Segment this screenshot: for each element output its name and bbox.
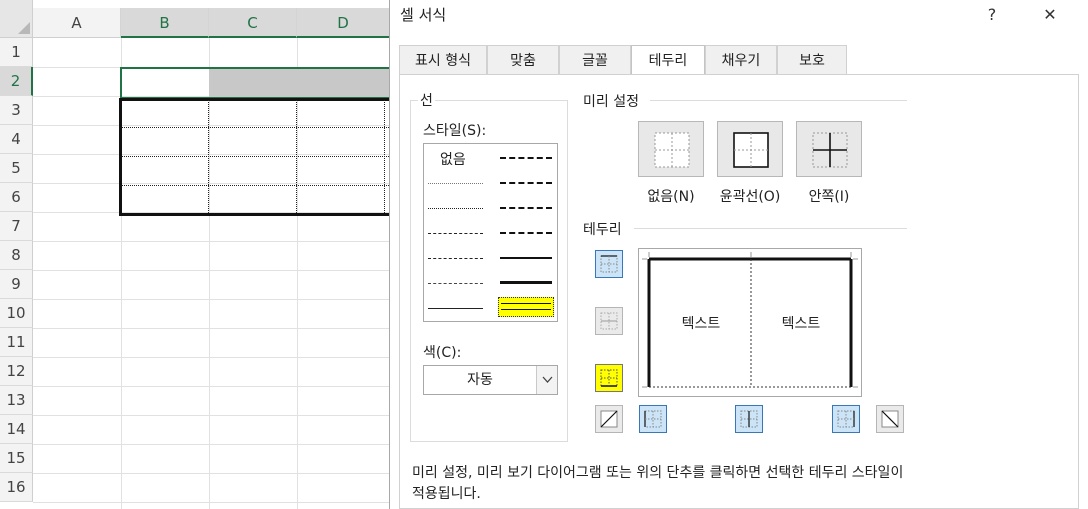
border-inside-horizontal-icon bbox=[600, 312, 618, 330]
border-bottom-button[interactable] bbox=[595, 364, 623, 392]
tab-fill[interactable]: 채우기 bbox=[705, 45, 777, 75]
preview-text-left: 텍스트 bbox=[681, 316, 721, 332]
line-style-dash-dot-dot[interactable] bbox=[428, 233, 483, 234]
color-select-value: 자동 bbox=[467, 372, 493, 388]
row-header-8[interactable]: 8 bbox=[0, 241, 33, 270]
preset-inside-label: 안쪽(I) bbox=[808, 189, 850, 205]
spreadsheet: A B C D 1 2 3 4 5 6 7 8 9 10 11 12 13 14… bbox=[0, 0, 390, 509]
border-top-icon bbox=[600, 255, 618, 273]
diagonal-up-icon bbox=[600, 410, 618, 428]
row-header-2[interactable]: 2 bbox=[0, 67, 33, 96]
row-header-14[interactable]: 14 bbox=[0, 415, 33, 444]
tab-border[interactable]: 테두리 bbox=[631, 45, 705, 76]
selected-range[interactable] bbox=[120, 67, 390, 99]
line-style-medium-dash-dot[interactable] bbox=[500, 207, 552, 209]
column-header-b[interactable]: B bbox=[121, 8, 209, 38]
preset-inside-icon bbox=[812, 132, 848, 168]
hint-text: 미리 설정, 미리 보기 다이어그램 또는 위의 단추를 클릭하면 선택한 테두… bbox=[412, 463, 1072, 505]
tab-number-format[interactable]: 표시 형식 bbox=[399, 45, 487, 75]
border-inside-vertical-button[interactable] bbox=[735, 405, 763, 433]
border-preview[interactable]: 텍스트 텍스트 bbox=[638, 248, 862, 397]
border-right-icon bbox=[837, 410, 855, 428]
tab-protection[interactable]: 보호 bbox=[777, 45, 847, 75]
row-header-3[interactable]: 3 bbox=[0, 96, 33, 125]
select-all-triangle-icon bbox=[18, 22, 30, 34]
line-style-medium-dashed[interactable] bbox=[500, 232, 552, 234]
row-header-6[interactable]: 6 bbox=[0, 183, 33, 212]
line-style-medium-dash-dot-dot[interactable] bbox=[500, 157, 552, 159]
line-style-hair[interactable] bbox=[428, 183, 483, 184]
presets-title: 미리 설정 bbox=[583, 94, 639, 110]
border-diagonal-down-button[interactable] bbox=[876, 405, 904, 433]
chevron-down-icon[interactable] bbox=[536, 366, 557, 394]
hint-line-1: 미리 설정, 미리 보기 다이어그램 또는 위의 단추를 클릭하면 선택한 테두… bbox=[412, 465, 904, 481]
color-select[interactable]: 자동 bbox=[423, 365, 558, 395]
hint-line-2: 적용됩니다. bbox=[412, 486, 481, 502]
dialog-title: 셀 서식 bbox=[400, 6, 447, 24]
border-bottom-icon bbox=[600, 369, 618, 387]
border-right-button[interactable] bbox=[832, 405, 860, 433]
row-header-1[interactable]: 1 bbox=[0, 38, 33, 67]
format-cells-dialog: 셀 서식 ? ✕ 표시 형식 맞춤 글꼴 테두리 채우기 보호 선 스타일(S)… bbox=[389, 0, 1088, 509]
row-header-10[interactable]: 10 bbox=[0, 299, 33, 328]
border-top-button[interactable] bbox=[595, 250, 623, 278]
preset-outline-label: 윤곽선(O) bbox=[719, 189, 781, 205]
line-style-list[interactable]: 없음 bbox=[423, 143, 558, 322]
line-style-thin[interactable] bbox=[428, 308, 483, 309]
line-style-slant-dash-dot[interactable] bbox=[500, 182, 552, 184]
tab-alignment[interactable]: 맞춤 bbox=[487, 45, 559, 75]
preset-none-icon bbox=[654, 132, 690, 168]
column-header-d[interactable]: D bbox=[297, 8, 390, 38]
close-button[interactable]: ✕ bbox=[1030, 0, 1070, 30]
line-style-dashed[interactable] bbox=[428, 283, 483, 284]
border-left-icon bbox=[644, 410, 662, 428]
column-header-a[interactable]: A bbox=[33, 8, 121, 38]
preset-outline-button[interactable] bbox=[717, 121, 783, 177]
line-style-medium[interactable] bbox=[500, 257, 552, 259]
preset-outline-icon bbox=[733, 132, 769, 168]
border-inside-vertical-icon bbox=[740, 410, 758, 428]
row-header-4[interactable]: 4 bbox=[0, 125, 33, 154]
line-group-title: 선 bbox=[418, 90, 435, 110]
border-diagonal-up-button[interactable] bbox=[595, 405, 623, 433]
preset-inside-button[interactable] bbox=[796, 121, 862, 177]
style-label: 스타일(S): bbox=[423, 123, 487, 139]
bordered-table bbox=[119, 98, 390, 216]
border-title: 테두리 bbox=[583, 222, 622, 238]
row-header-11[interactable]: 11 bbox=[0, 328, 33, 357]
preview-text-right: 텍스트 bbox=[781, 316, 821, 332]
help-button[interactable]: ? bbox=[972, 0, 1012, 30]
row-header-7[interactable]: 7 bbox=[0, 212, 33, 241]
line-style-dotted[interactable] bbox=[428, 208, 483, 209]
border-left-button[interactable] bbox=[639, 405, 667, 433]
row-header-9[interactable]: 9 bbox=[0, 270, 33, 299]
preset-none-button[interactable] bbox=[638, 121, 704, 177]
column-header-c[interactable]: C bbox=[209, 8, 297, 38]
diagonal-down-icon bbox=[881, 410, 899, 428]
line-style-none[interactable]: 없음 bbox=[440, 149, 466, 169]
preset-none-label: 없음(N) bbox=[647, 189, 695, 205]
tab-font[interactable]: 글꼴 bbox=[559, 45, 631, 75]
line-style-dash-dot[interactable] bbox=[428, 258, 483, 259]
border-inside-horizontal-button[interactable] bbox=[595, 307, 623, 335]
row-header-13[interactable]: 13 bbox=[0, 386, 33, 415]
row-header-5[interactable]: 5 bbox=[0, 154, 33, 183]
row-header-16[interactable]: 16 bbox=[0, 473, 33, 502]
color-label: 색(C): bbox=[423, 345, 462, 361]
row-header-15[interactable]: 15 bbox=[0, 444, 33, 473]
line-style-double-selected[interactable] bbox=[498, 297, 554, 317]
line-style-thick[interactable] bbox=[500, 281, 552, 284]
row-header-12[interactable]: 12 bbox=[0, 357, 33, 386]
